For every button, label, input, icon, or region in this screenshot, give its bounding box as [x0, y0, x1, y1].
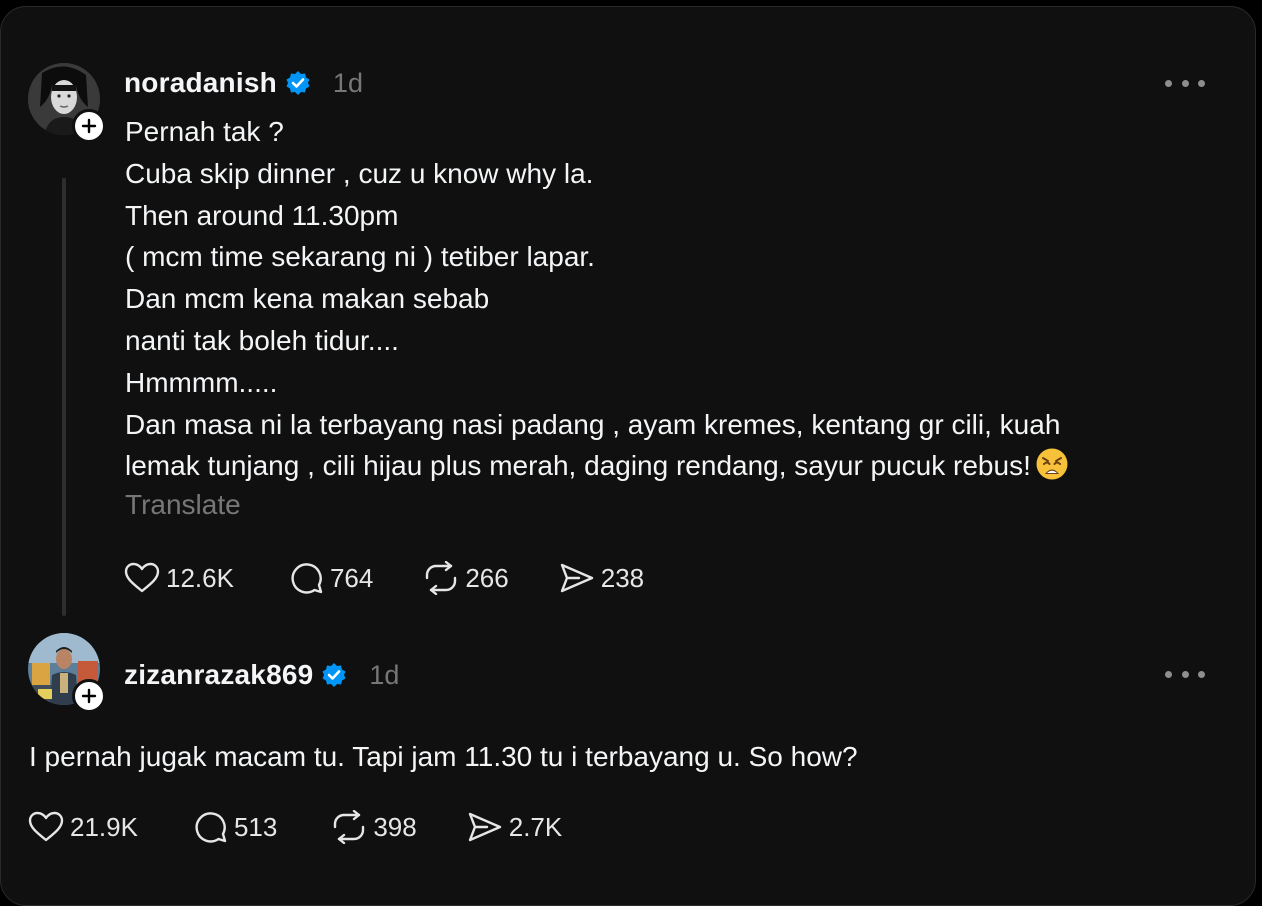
post-line: Dan mcm kena makan sebab [125, 283, 490, 315]
username[interactable]: noradanish [124, 67, 277, 99]
post-header: zizanrazak869 1d [124, 655, 399, 695]
repost-count: 266 [465, 562, 509, 593]
comment-count: 513 [233, 811, 278, 842]
post-line: Cuba skip dinner , cuz u know why la. [125, 157, 594, 189]
reply-post: zizanrazak869 1d I pernah jugak macam tu… [1, 623, 1255, 883]
verified-badge-icon [321, 662, 347, 688]
plus-icon [81, 688, 97, 704]
post-line: Dan masa ni la terbayang nasi padang , a… [125, 408, 1061, 440]
username[interactable]: zizanrazak869 [124, 659, 313, 691]
original-post: noradanish 1d Pernah tak ? Cuba skip din… [1, 7, 1255, 617]
like-button[interactable]: 12.6K [124, 562, 234, 594]
share-icon [468, 812, 501, 842]
repost-icon [334, 810, 365, 844]
post-line: ( mcm time sekarang ni ) tetiber lapar. [125, 241, 595, 273]
reply-body: I pernah jugak macam tu. Tapi jam 11.30 … [29, 741, 858, 772]
post-timestamp: 1d [332, 67, 363, 98]
post-line-last: lemak tunjang , cili hijau plus merah, d… [125, 445, 1225, 487]
comment-icon [291, 563, 323, 594]
more-icon[interactable] [1165, 71, 1205, 95]
post-line: Pernah tak ? [125, 116, 284, 147]
comment-count: 764 [329, 562, 374, 593]
plus-icon [81, 118, 97, 134]
post-actions: 12.6K 764 266 238 [124, 558, 644, 598]
like-count: 12.6K [166, 562, 234, 593]
thread-connector-line [62, 178, 66, 616]
verified-badge-icon [285, 70, 311, 96]
like-button[interactable]: 21.9K [28, 811, 138, 843]
post-line: nanti tak boleh tidur.... [125, 324, 399, 356]
heart-icon [28, 811, 64, 842]
follow-button[interactable] [72, 679, 106, 713]
repost-button[interactable]: 266 [423, 561, 509, 595]
post-timestamp: 1d [369, 659, 400, 690]
share-button[interactable]: 2.7K [467, 811, 563, 843]
post-header: noradanish 1d [124, 63, 363, 103]
translate-link[interactable]: Translate [125, 489, 241, 521]
weary-face-emoji-icon [1035, 447, 1069, 481]
heart-icon [124, 562, 160, 593]
more-icon[interactable] [1165, 662, 1205, 686]
share-count: 238 [600, 562, 645, 593]
post-actions: 21.9K 513 398 2.7K [28, 807, 562, 847]
post-line: lemak tunjang , cili hijau plus merah, d… [125, 450, 1031, 482]
like-count: 21.9K [70, 811, 138, 842]
share-button[interactable]: 238 [559, 562, 644, 594]
thread-card: noradanish 1d Pernah tak ? Cuba skip din… [0, 6, 1256, 906]
share-icon [560, 563, 593, 593]
post-line: Hmmmm..... [125, 366, 278, 398]
repost-count: 398 [373, 811, 417, 842]
post-body: Pernah tak ? Cuba skip dinner , cuz u kn… [125, 111, 1225, 487]
comment-icon [195, 812, 227, 843]
comment-button[interactable]: 764 [290, 561, 373, 595]
repost-button[interactable]: 398 [331, 810, 417, 844]
comment-button[interactable]: 513 [194, 810, 277, 844]
follow-button[interactable] [72, 109, 106, 143]
post-line: Then around 11.30pm [125, 199, 399, 231]
repost-icon [426, 561, 457, 595]
share-count: 2.7K [508, 811, 563, 842]
